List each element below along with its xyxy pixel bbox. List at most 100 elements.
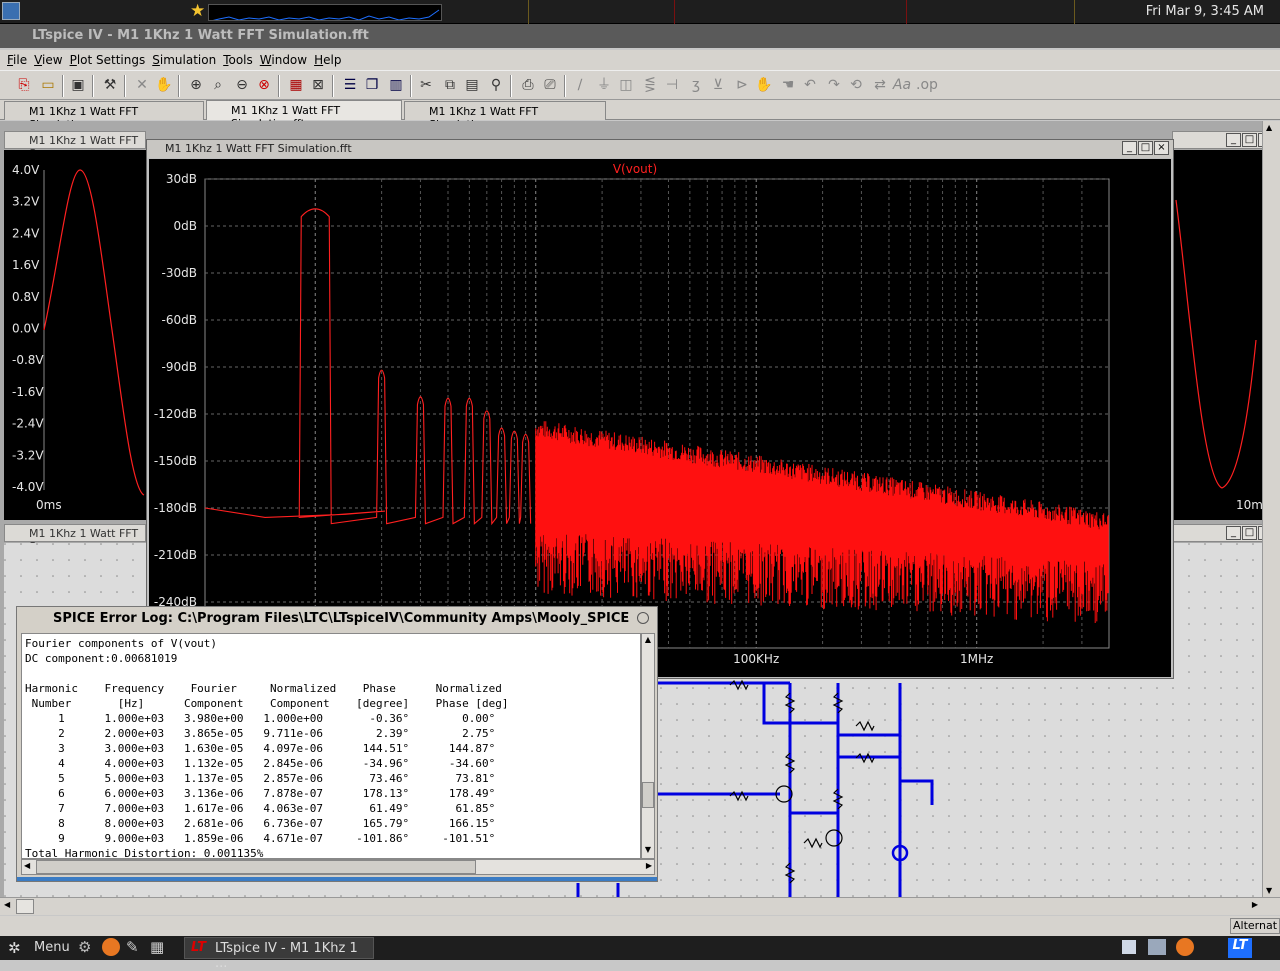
autorange-icon[interactable]: ▦ <box>286 75 306 95</box>
copy-icon[interactable]: ⧉ <box>440 75 460 95</box>
menu-window[interactable]: Window <box>259 50 313 70</box>
find-icon[interactable]: ⚲ <box>486 75 506 95</box>
scroll-up-icon[interactable]: ▲ <box>643 635 653 647</box>
minimize-icon[interactable]: _ <box>1226 526 1241 540</box>
tab-fft[interactable]: M1 1Khz 1 Watt FFT Simulation.fft <box>206 100 402 130</box>
undo-icon[interactable]: ↶ <box>800 75 820 95</box>
taskbar-task-ltspice[interactable]: LT LTspice IV - M1 1Khz 1 ... <box>184 937 374 971</box>
zoom-out-icon[interactable]: ⊖ <box>232 75 252 95</box>
fft-y-tick: 0dB <box>174 219 197 233</box>
taskbar-menu[interactable]: Menu <box>34 940 70 955</box>
scroll-right-icon[interactable]: ▶ <box>646 861 652 870</box>
menu-view[interactable]: View <box>33 50 68 70</box>
system-logo-icon[interactable] <box>2 2 20 20</box>
tile-horizontal-icon[interactable]: ☰ <box>340 75 360 95</box>
print-icon[interactable]: ⎚ <box>540 75 560 95</box>
tab-asc[interactable]: M1 1Khz 1 Watt FFT Simulation.asc <box>4 101 204 131</box>
text-icon[interactable]: Aa <box>892 75 912 95</box>
time-y-tick: -3.2V <box>12 448 44 462</box>
minimize-icon[interactable]: _ <box>1226 133 1241 147</box>
inductor-icon[interactable]: ʒ <box>686 75 706 95</box>
rotate-icon[interactable]: ⟲ <box>846 75 866 95</box>
spice-log-vscroll[interactable]: ▲ ▼ <box>641 633 655 859</box>
tile-vertical-icon[interactable]: ▥ <box>386 75 406 95</box>
fft-x-tick: 1MHz <box>960 652 993 666</box>
scroll-down-icon[interactable]: ▼ <box>643 845 653 857</box>
maximize-icon[interactable]: □ <box>1138 141 1153 155</box>
move-icon[interactable]: ✋ <box>754 75 774 95</box>
fft-y-tick: -90dB <box>162 360 197 374</box>
hscroll-thumb[interactable] <box>16 899 34 914</box>
plot-pane-icon[interactable]: ⊠ <box>308 75 328 95</box>
close-circle-icon[interactable] <box>637 612 649 624</box>
menu-tools[interactable]: Tools <box>222 50 259 70</box>
spice-error-log-window: SPICE Error Log: C:\Program Files\LTC\LT… <box>16 606 658 882</box>
tray-drive-icon[interactable] <box>1148 939 1166 955</box>
control-panel-icon[interactable]: ⚒ <box>100 75 120 95</box>
tab-raw[interactable]: M1 1Khz 1 Watt FFT Simulation.raw <box>404 101 606 131</box>
fft-y-tick: -120dB <box>154 407 197 421</box>
main-vscroll[interactable]: ▲ ▼ <box>1262 121 1280 897</box>
spice-log-hscroll[interactable]: ◀ ▶ <box>21 859 655 875</box>
trace-label[interactable]: V(vout) <box>613 162 657 176</box>
bg-window-title[interactable]: M1 1Khz 1 Watt FFT S <box>4 131 146 160</box>
paste-icon[interactable]: ▤ <box>462 75 482 95</box>
minimize-icon[interactable]: _ <box>1122 141 1137 155</box>
cascade-icon[interactable]: ❐ <box>362 75 382 95</box>
text-editor-icon[interactable]: ✎ <box>126 938 139 956</box>
maximize-icon[interactable]: □ <box>1242 526 1257 540</box>
fft-y-tick: -180dB <box>154 501 197 515</box>
close-icon[interactable]: × <box>1154 141 1169 155</box>
spice-log-title[interactable]: SPICE Error Log: C:\Program Files\LTC\LT… <box>17 607 657 631</box>
main-hscroll[interactable]: ◀ ▶ <box>0 897 1280 915</box>
resistor-icon[interactable]: ⋚ <box>640 75 660 95</box>
spice-log-text[interactable]: Fourier components of V(vout) DC compone… <box>21 633 641 859</box>
star-icon[interactable]: ★ <box>190 1 205 21</box>
menu-simulation[interactable]: Simulation <box>151 50 222 70</box>
tray-ltspice-icon[interactable]: LT <box>1228 938 1252 958</box>
gear-menu-icon[interactable]: ✲ <box>8 939 21 957</box>
schematic-window-title[interactable]: M1 1Khz 1 Watt FFT S <box>4 524 146 553</box>
fft-window-title[interactable]: M1 1Khz 1 Watt FFT Simulation.fft _ □ × <box>147 140 1173 158</box>
zoom-fit-icon[interactable]: ⊗ <box>254 75 274 95</box>
draw-wire-icon[interactable]: ∕ <box>570 75 590 95</box>
mirror-icon[interactable]: ⇄ <box>870 75 890 95</box>
hscroll-thumb[interactable] <box>36 860 476 874</box>
menu-file[interactable]: File <box>6 50 33 70</box>
scroll-right-icon[interactable]: ▶ <box>1252 900 1258 909</box>
zoom-area-icon[interactable]: ⊕ <box>186 75 206 95</box>
run-icon[interactable]: ✕ <box>132 75 152 95</box>
tray-firefox-icon[interactable] <box>1176 938 1194 956</box>
component-icon[interactable]: ⊳ <box>732 75 752 95</box>
settings-icon[interactable]: ⚙ <box>78 938 91 956</box>
halt-icon[interactable]: ✋ <box>154 75 174 95</box>
clock[interactable]: Fri Mar 9, 3:45 AM <box>1146 4 1264 19</box>
new-schematic-icon[interactable]: ⎘ <box>14 75 34 95</box>
ground-icon[interactable]: ⏚ <box>594 75 614 95</box>
scroll-thumb[interactable] <box>642 782 654 808</box>
open-icon[interactable]: ▭ <box>38 75 58 95</box>
label-net-icon[interactable]: ◫ <box>616 75 636 95</box>
scroll-left-icon[interactable]: ◀ <box>4 900 10 909</box>
menu-plot-settings[interactable]: Plot Settings <box>69 50 152 70</box>
scroll-up-icon[interactable]: ▲ <box>1266 123 1272 132</box>
maximize-icon[interactable]: □ <box>1242 133 1257 147</box>
scroll-left-icon[interactable]: ◀ <box>24 861 30 870</box>
pan-icon[interactable]: ⌕ <box>208 75 228 95</box>
cut-icon[interactable]: ✂ <box>416 75 436 95</box>
print-setup-icon[interactable]: ⎙ <box>518 75 538 95</box>
tray-window-icon[interactable] <box>1122 940 1136 954</box>
capacitor-icon[interactable]: ⊣ <box>662 75 682 95</box>
save-icon[interactable]: ▣ <box>68 75 88 95</box>
spice-directive-icon[interactable]: .op <box>916 75 938 95</box>
fft-y-tick: -60dB <box>162 313 197 327</box>
firefox-icon[interactable] <box>102 938 120 956</box>
calculator-icon[interactable]: ▦ <box>150 938 164 956</box>
redo-icon[interactable]: ↷ <box>824 75 844 95</box>
menu-help[interactable]: Help <box>313 50 347 70</box>
scroll-down-icon[interactable]: ▼ <box>1266 886 1272 895</box>
fft-plot[interactable]: 30dB 0dB -30dB -60dB -90dB -120dB -150dB -180dB… <box>149 159 1171 677</box>
task-label: LTspice IV - M1 1Khz 1 ... <box>215 941 358 971</box>
diode-icon[interactable]: ⊻ <box>708 75 728 95</box>
drag-icon[interactable]: ☚ <box>778 75 798 95</box>
